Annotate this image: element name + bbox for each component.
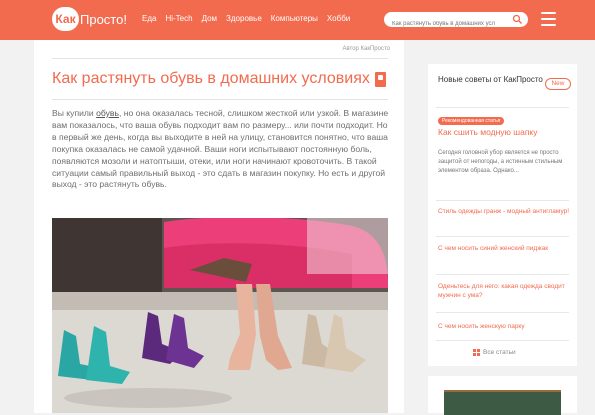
article-author[interactable]: Автор КакПросто: [342, 46, 390, 52]
sidebar-divider: [436, 340, 569, 341]
nav-item-computers[interactable]: Компьютеры: [271, 13, 318, 25]
sidebar-divider: [436, 274, 569, 275]
search-icon[interactable]: [512, 14, 523, 25]
featured-article-link[interactable]: Как сшить модную шапку: [438, 127, 538, 137]
search-box: [384, 12, 528, 32]
sidebar-new-tips: Новые советы от КакПросто New Рекомендов…: [428, 64, 577, 366]
search-input[interactable]: [384, 16, 516, 32]
grid-icon: [473, 349, 480, 356]
nav-item-home[interactable]: Дом: [202, 13, 217, 25]
hamburger-menu-icon[interactable]: [541, 12, 556, 27]
nav-item-hitech[interactable]: Hi-Tech: [165, 13, 192, 25]
recommended-label: Рекомендованная статья: [438, 117, 505, 125]
article-panel: Автор КакПросто Как растянуть обувь в до…: [34, 40, 404, 413]
sidebar-divider: [436, 312, 569, 313]
sidebar-article-link[interactable]: Оденьтесь для него: какая одежда сводит …: [438, 282, 570, 300]
title-divider: [52, 99, 388, 100]
sidebar-divider: [436, 107, 569, 108]
sidebar-article-link[interactable]: С чем носить синий женский пиджак: [438, 244, 570, 253]
new-badge: New: [545, 78, 571, 90]
logo-circle-text: Как: [52, 7, 79, 31]
site-logo[interactable]: Как Просто!: [52, 7, 127, 31]
article-photo: [52, 218, 388, 413]
bookmark-icon[interactable]: [375, 72, 386, 87]
all-articles-label: Все статьи: [483, 349, 516, 356]
shoes-link[interactable]: обувь: [96, 108, 119, 118]
logo-text: Просто!: [80, 11, 127, 27]
top-navigation-bar: Как Просто! Еда Hi-Tech Дом Здоровье Ком…: [0, 0, 595, 40]
intro-text-rest: , но она оказалась тесной, слишком жестк…: [52, 108, 389, 190]
article-intro: Вы купили обувь, но она оказалась тесной…: [52, 108, 390, 191]
article-title: Как растянуть обувь в домашних условиях: [52, 70, 370, 87]
shoes-photo-image: [52, 218, 388, 413]
nav-item-hobby[interactable]: Хобби: [327, 13, 350, 25]
sidebar-divider: [436, 200, 569, 201]
sidebar-article-link[interactable]: С чем носить женскую парку: [438, 322, 570, 331]
category-nav: Еда Hi-Tech Дом Здоровье Компьютеры Хобб…: [142, 13, 350, 25]
header-divider: [52, 58, 388, 59]
nav-item-food[interactable]: Еда: [142, 13, 156, 25]
featured-article-description: Сегодня головной убор является не просто…: [438, 150, 563, 174]
sidebar-ad-card: [428, 376, 577, 415]
nav-item-health[interactable]: Здоровье: [226, 13, 262, 25]
intro-text-start: Вы купили: [52, 108, 97, 118]
sidebar-divider: [436, 236, 569, 237]
sidebar-article-link[interactable]: Стиль одежды гранж - модный антигламур!: [438, 207, 570, 216]
ad-thumbnail-image[interactable]: [444, 390, 561, 415]
sidebar-title: Новые советы от КакПросто: [438, 75, 543, 84]
all-articles-link[interactable]: Все статьи: [473, 349, 516, 356]
